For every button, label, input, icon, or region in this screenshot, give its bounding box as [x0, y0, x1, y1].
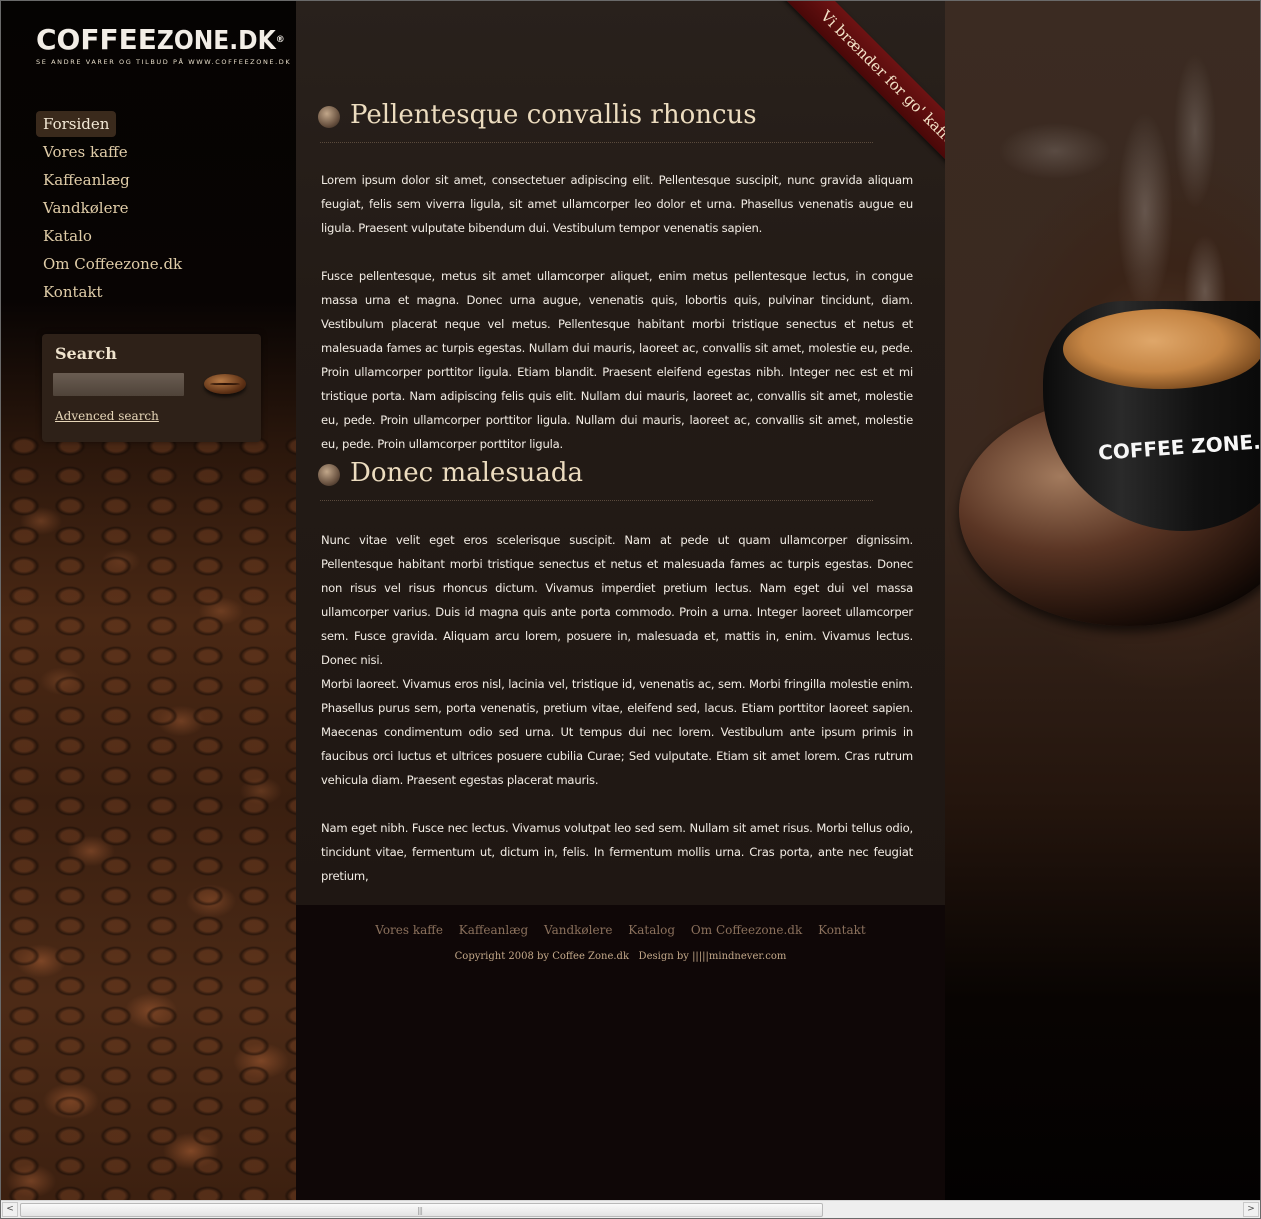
- coffee-bean-icon: [204, 374, 246, 394]
- logo-trademark: ®: [275, 35, 285, 45]
- logo-coffee-text: COFFEE: [36, 23, 157, 56]
- footer-link-vandkolere[interactable]: Vandkølere: [544, 923, 612, 937]
- scroll-left-arrow-icon[interactable]: <: [2, 1202, 18, 1217]
- logo-tagline: SE ANDRE VARER OG TILBUD PÅ WWW.COFFEEZO…: [36, 58, 292, 66]
- nav-item-om-coffeezone[interactable]: Om Coffeezone.dk: [36, 251, 189, 277]
- section-title: Pellentesque convallis rhoncus: [350, 100, 757, 130]
- copyright-text: Copyright 2008 by Coffee Zone.dk Design …: [454, 951, 787, 962]
- coffee-bullet-icon: [318, 464, 340, 486]
- crema-image: [1063, 309, 1260, 389]
- scroll-right-arrow-icon[interactable]: >: [1243, 1202, 1259, 1217]
- footer-link-vores-kaffe[interactable]: Vores kaffe: [375, 923, 443, 937]
- coffee-bullet-icon: [318, 106, 340, 128]
- site-logo[interactable]: COFFEEZONE.DK® SE ANDRE VARER OG TILBUD …: [36, 23, 292, 67]
- footer-link-kontakt[interactable]: Kontakt: [818, 923, 866, 937]
- logo-wordmark: COFFEEZONE.DK®: [36, 23, 291, 57]
- heading-divider: [320, 142, 873, 143]
- nav-item-katalo[interactable]: Katalo: [36, 223, 99, 249]
- nav-item-vores-kaffe[interactable]: Vores kaffe: [36, 139, 135, 165]
- logo-zone-text: ZONE.DK: [156, 26, 276, 56]
- paragraph: Fusce pellentesque, metus sit amet ullam…: [321, 269, 913, 451]
- scrollbar-thumb[interactable]: |||: [20, 1203, 823, 1217]
- ribbon-banner: Vi brænder for go' kaffe: [708, 1, 945, 191]
- footer-link-om-coffeezone[interactable]: Om Coffeezone.dk: [691, 923, 802, 937]
- main-nav: Forsiden Vores kaffe Kaffeanlæg Vandkøle…: [36, 111, 189, 307]
- scrollbar-grip: |||: [417, 1206, 423, 1215]
- nav-item-vandkolere[interactable]: Vandkølere: [36, 195, 136, 221]
- paragraph: Morbi laoreet. Vivamus eros nisl, lacini…: [321, 677, 913, 787]
- heading-divider: [320, 500, 873, 501]
- search-panel: Search Advenced search: [42, 334, 261, 442]
- footer-link-katalog[interactable]: Katalog: [628, 923, 675, 937]
- nav-item-kontakt[interactable]: Kontakt: [36, 279, 110, 305]
- sidebar: COFFEEZONE.DK® SE ANDRE VARER OG TILBUD …: [1, 1, 296, 1200]
- search-button[interactable]: [190, 370, 252, 398]
- paragraph: Lorem ipsum dolor sit amet, consectetuer…: [321, 173, 913, 235]
- search-title: Search: [55, 344, 117, 363]
- nav-item-forsiden[interactable]: Forsiden: [36, 111, 117, 137]
- horizontal-scrollbar[interactable]: < ||| >: [1, 1200, 1260, 1219]
- paragraph: Nam eget nibh. Fusce nec lectus. Vivamus…: [321, 821, 913, 883]
- coffee-beans-background: [1, 431, 296, 1200]
- section-title: Donec malesuada: [350, 458, 584, 488]
- search-input[interactable]: [53, 373, 184, 396]
- ribbon-text: Vi brænder for go' kaffe: [769, 1, 945, 191]
- nav-item-kaffeanlaeg[interactable]: Kaffeanlæg: [36, 167, 137, 193]
- paragraph: Nunc vitae velit eget eros scelerisque s…: [321, 533, 913, 667]
- advanced-search-link[interactable]: Advenced search: [55, 409, 159, 423]
- coffee-cup-panel: COFFEE ZONE.DK: [945, 1, 1260, 1200]
- footer: Vores kaffe Kaffeanlæg Vandkølere Katalo…: [296, 905, 945, 1200]
- footer-nav: Vores kaffe Kaffeanlæg Vandkølere Katalo…: [296, 923, 945, 937]
- steam-image: [965, 11, 1255, 341]
- footer-link-kaffeanlaeg[interactable]: Kaffeanlæg: [459, 923, 528, 937]
